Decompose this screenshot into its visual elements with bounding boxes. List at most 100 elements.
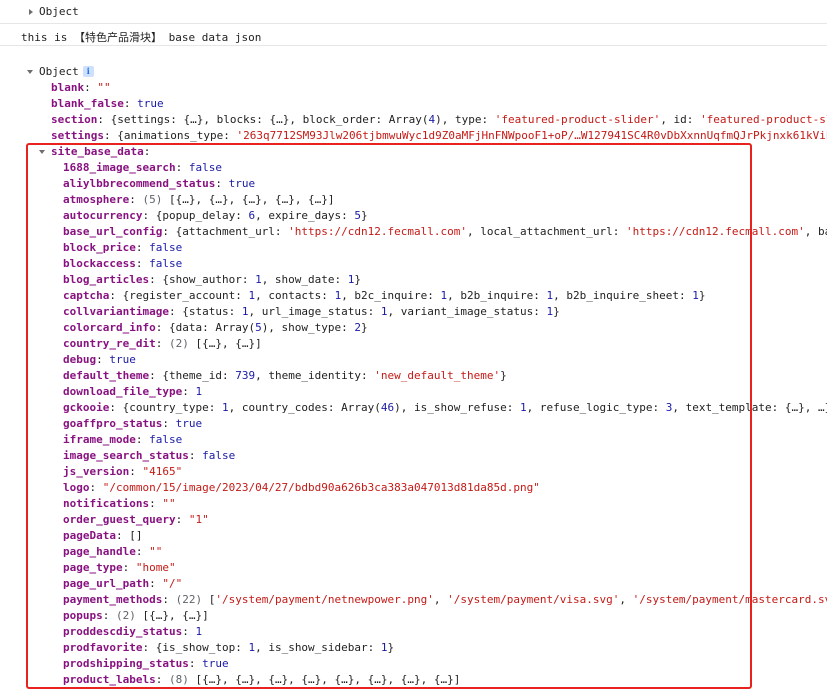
colon-separator: : [149,273,163,286]
property-value: "/common/15/image/2023/04/27/bdbd90a626b… [102,481,540,494]
site-base-data-row[interactable]: site_base_data: [39,144,150,160]
log-text: this is 【特色产品滑块】 base data json [21,31,262,44]
array-length: (2) [116,609,143,622]
site-data-property-row[interactable]: payment_methods: (22) ['/system/payment/… [63,592,827,608]
console-log-message: this is 【特色产品滑块】 base data json [0,24,827,46]
collapsed-object-row[interactable]: Object [0,0,827,24]
site-data-property-row[interactable]: prodfavorite: {is_show_top: 1, is_show_s… [63,640,827,656]
colon-separator: : [142,209,156,222]
property-key: payment_methods [63,593,163,606]
site-data-property-row: blockaccess: false [63,256,827,272]
property-key: page_url_path [63,577,150,590]
site-data-property-row[interactable]: colorcard_info: {data: Array(5), show_ty… [63,320,827,336]
site-data-property-row[interactable]: gckooie: {country_type: 1, country_codes… [63,400,827,416]
site-data-property-row: logo: "/common/15/image/2023/04/27/bdbd9… [63,480,827,496]
property-value: "4165" [142,465,183,478]
site-data-property-row: 1688_image_search: false [63,160,827,176]
property-value: {animations_type: '263q7712SM93Jlw206tjb… [117,129,827,142]
property-value: "" [149,545,163,558]
site-data-property-row[interactable]: product_labels: (8) [{…}, {…}, {…}, {…},… [63,672,827,688]
site-data-property-row[interactable]: base_url_config: {attachment_url: 'https… [63,224,827,240]
site-data-property-row: prodshipping_status: true [63,656,827,672]
property-key: prodshipping_status [63,657,189,670]
colon-separator: : [188,449,203,462]
colon-separator: : [168,305,183,318]
site-data-property-row[interactable]: popups: (2) [{…}, {…}] [63,608,827,624]
colon-separator: : [96,353,110,366]
root-object-row[interactable]: Object i [27,64,94,80]
property-key: page_type [63,561,123,574]
property-key: js_version [63,465,130,478]
collapse-triangle-icon[interactable] [39,150,45,154]
property-value: "home" [135,561,176,574]
property-key: aliylbbrecommend_status [63,177,216,190]
site-data-property-row[interactable]: captcha: {register_account: 1, contacts:… [63,288,827,304]
property-key: iframe_mode [63,433,136,446]
colon-separator: : [188,657,203,670]
property-value: "1" [188,513,209,526]
property-key: site_base_data [51,145,144,158]
site-data-property-row[interactable]: collvariantimage: {status: 1, url_image_… [63,304,827,320]
site-data-property-row[interactable]: blog_articles: {show_author: 1, show_dat… [63,272,827,288]
property-value: true [175,417,203,430]
colon-separator: : [102,609,116,622]
expand-triangle-icon[interactable] [29,9,33,15]
property-value: true [137,97,164,110]
site-data-property-row[interactable]: autocurrency: {popup_delay: 6, expire_da… [63,208,827,224]
object-label: Object [39,5,79,18]
array-length: (8) [168,673,196,686]
site-data-property-row[interactable]: default_theme: {theme_id: 739, theme_ide… [63,368,827,384]
property-value: 1 [195,385,203,398]
colon-separator: : [115,529,130,542]
property-key: order_guest_query [63,513,176,526]
property-key: download_file_type [63,385,183,398]
info-icon[interactable]: i [82,66,94,77]
site-data-property-row[interactable]: pageData: [] [63,528,827,544]
property-key: blog_articles [63,273,150,286]
property-key: gckooie [63,401,110,414]
property-key: product_labels [63,673,156,686]
property-value: {show_author: 1, show_date: 1} [162,273,362,286]
colon-separator: : [162,593,176,606]
site-data-property-row: order_guest_query: "1" [63,512,827,528]
property-key: atmosphere [63,193,130,206]
property-value: [{…}, {…}] [195,337,262,350]
property-key: blockaccess [63,257,136,270]
property-key: page_handle [63,545,136,558]
root-property-row[interactable]: section: {settings: {…}, blocks: {…}, bl… [51,112,827,128]
colon-separator: : [149,577,163,590]
property-value: {is_show_top: 1, is_show_sidebar: 1} [155,641,395,654]
colon-separator: : [162,417,176,430]
property-key: colorcard_info [63,321,156,334]
site-data-property-row[interactable]: atmosphere: (5) [{…}, {…}, {…}, {…}, {…}… [63,192,827,208]
site-data-property-row: page_handle: "" [63,544,827,560]
property-value: [] [129,529,143,542]
property-value: {country_type: 1, country_codes: Array(4… [122,401,827,414]
site-data-property-row: js_version: "4165" [63,464,827,480]
site-data-property-row: block_price: false [63,240,827,256]
array-length: (5) [142,193,169,206]
site-data-property-row[interactable]: country_re_dit: (2) [{…}, {…}] [63,336,827,352]
root-property-row[interactable]: settings: {animations_type: '263q7712SM9… [51,128,827,144]
site-data-property-row: notifications: "" [63,496,827,512]
colon-separator: : [129,193,143,206]
colon-separator: : [109,401,123,414]
site-data-property-row: page_url_path: "/" [63,576,827,592]
site-data-property-row: iframe_mode: false [63,432,827,448]
colon-separator: : [135,545,150,558]
property-value: "/" [162,577,183,590]
property-key: default_theme [63,369,150,382]
collapse-triangle-icon[interactable] [27,70,33,74]
property-value: [{…}, {…}, {…}, {…}, {…}, {…}, {…}, {…}] [195,673,461,686]
property-key: base_url_config [63,225,163,238]
site-data-property-row: download_file_type: 1 [63,384,827,400]
property-value: {register_account: 1, contacts: 1, b2c_i… [122,289,706,302]
colon-separator: : [135,433,150,446]
property-value: false [149,433,183,446]
property-key: popups [63,609,103,622]
property-value: {theme_id: 739, theme_identity: 'new_def… [162,369,507,382]
colon-separator: : [175,513,189,526]
colon-separator: : [162,225,176,238]
colon-separator: : [142,641,156,654]
colon-separator: : [109,289,123,302]
